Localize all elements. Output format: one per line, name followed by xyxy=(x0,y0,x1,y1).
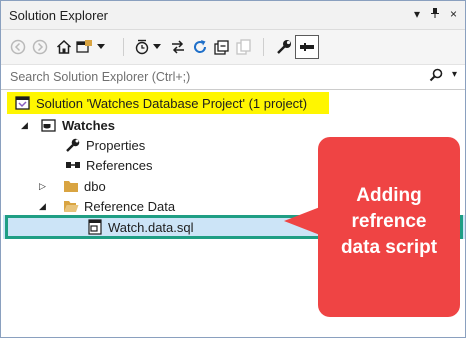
show-all-files-icon[interactable] xyxy=(233,36,255,58)
tree-item-solution[interactable]: Solution 'Watches Database Project' (1 p… xyxy=(15,93,307,113)
search-input[interactable] xyxy=(8,67,432,87)
project-label: Watches xyxy=(62,117,115,133)
history-dropdown-icon[interactable] xyxy=(151,36,163,58)
callout-line: Adding xyxy=(356,185,422,206)
back-icon[interactable] xyxy=(7,36,29,58)
search-options-dropdown[interactable]: ▾ xyxy=(452,69,457,80)
toolbar xyxy=(1,30,465,65)
callout-text: Adding refrence data script xyxy=(318,183,460,261)
solution-label: Solution 'Watches Database Project' (1 p… xyxy=(36,95,308,111)
home-icon[interactable] xyxy=(53,36,75,58)
dbo-label: dbo xyxy=(84,178,106,194)
search-bar: ▾ xyxy=(1,65,465,90)
toolbar-separator xyxy=(263,38,264,56)
references-icon xyxy=(65,157,81,173)
sync-icon[interactable] xyxy=(167,36,189,58)
window-title: Solution Explorer xyxy=(9,8,108,23)
solution-icon xyxy=(15,95,31,111)
refresh-icon[interactable] xyxy=(189,36,211,58)
auto-hide-pin-icon[interactable] xyxy=(430,7,440,22)
preview-icon[interactable] xyxy=(295,35,319,59)
callout-line: data script xyxy=(340,237,438,258)
folder-icon xyxy=(63,178,79,194)
collapse-arrow-icon[interactable]: ◢ xyxy=(39,201,46,212)
tree-item-project[interactable]: Watches xyxy=(41,115,115,135)
wrench-icon xyxy=(65,137,81,153)
switch-views-icon[interactable] xyxy=(75,36,97,58)
callout-line: refrence xyxy=(351,211,427,232)
properties-icon[interactable] xyxy=(273,36,295,58)
properties-label: Properties xyxy=(86,137,146,153)
title-bar: Solution Explorer ▾ × xyxy=(1,1,465,30)
reference-data-label: Reference Data xyxy=(84,198,176,214)
callout-pointer xyxy=(284,207,320,235)
search-icon[interactable] xyxy=(429,68,443,87)
expand-arrow-icon[interactable]: ▷ xyxy=(39,181,46,192)
tree-item-reference-data[interactable]: Reference Data xyxy=(63,196,175,216)
collapse-all-icon[interactable] xyxy=(211,36,233,58)
title-controls: ▾ × xyxy=(414,7,457,22)
tree-item-properties[interactable]: Properties xyxy=(65,135,145,155)
references-label: References xyxy=(86,157,153,173)
tree-item-references[interactable]: References xyxy=(65,155,152,175)
switch-views-dropdown-icon[interactable] xyxy=(95,36,107,58)
forward-icon[interactable] xyxy=(29,36,51,58)
database-project-icon xyxy=(41,117,57,133)
toolbar-separator xyxy=(123,38,124,56)
history-icon[interactable] xyxy=(131,36,153,58)
close-icon[interactable]: × xyxy=(450,7,457,22)
collapse-arrow-icon[interactable]: ◢ xyxy=(21,120,28,131)
window-dropdown-icon[interactable]: ▾ xyxy=(414,7,420,22)
solution-explorer-window: Solution Explorer ▾ × Search Solution Ex… xyxy=(0,0,466,338)
open-folder-icon xyxy=(63,198,79,214)
tree-item-dbo[interactable]: dbo xyxy=(63,176,106,196)
